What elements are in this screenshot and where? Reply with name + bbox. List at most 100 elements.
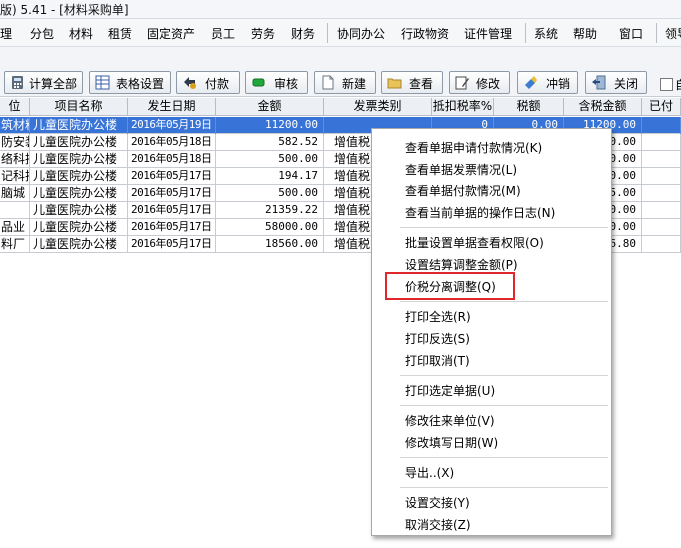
menu-item-system[interactable]: 系统 [534,25,558,42]
cell-unit: 防安装 [0,134,30,151]
table-settings-label: 表格设置 [116,77,165,91]
cell-paid [642,236,681,253]
new-button[interactable]: 新建 [314,71,376,94]
cell-date: 2016年05月19日 [128,117,216,134]
menu-print-invert-selection[interactable]: 打印反选(S) [405,330,470,347]
cell-amount: 21359.22 [216,202,324,219]
menu-item-admin-supplies[interactable]: 行政物资 [401,25,449,42]
column-header-total[interactable]: 含税金额 [564,98,642,116]
menu-separator [656,23,657,43]
cell-unit: 络科技 [0,151,30,168]
edit-label: 修改 [476,77,501,91]
menu-modify-fill-date[interactable]: 修改填写日期(W) [405,434,498,451]
menu-item-fixed-assets[interactable]: 固定资产 [147,25,195,42]
eraser-icon [525,76,537,89]
close-button[interactable]: 关闭 [585,71,647,94]
column-header-tax[interactable]: 税额 [494,98,564,116]
cell-project: 儿童医院办公楼 [30,134,128,151]
cell-amount: 18560.00 [216,236,324,253]
cell-unit: 筑材料 [0,117,30,134]
menu-item-leader[interactable]: 领导 [665,25,681,42]
window-title: 版) 5.41 - [材料采购单] [0,3,129,17]
column-header-paid[interactable]: 已付 [642,98,681,116]
cell-paid [642,202,681,219]
new-label: 新建 [342,77,367,91]
menu-separator [400,301,608,302]
payment-button[interactable]: 付款 [176,71,240,94]
edit-button[interactable]: 修改 [449,71,510,94]
calculate-all-button[interactable]: 计算全部 [4,71,83,94]
cell-amount: 500.00 [216,151,324,168]
exit-door-icon [592,75,606,90]
menu-item-help[interactable]: 帮助 [573,25,597,42]
column-header-deduct-rate[interactable]: 抵扣税率% [432,98,494,116]
menu-item-manage[interactable]: 理 [0,25,12,42]
view-label: 查看 [409,77,434,91]
menu-item-staff[interactable]: 员工 [211,25,235,42]
menu-item-collab-office[interactable]: 协同办公 [337,25,385,42]
view-button[interactable]: 查看 [381,71,443,94]
write-off-label: 冲销 [546,77,571,91]
column-header-invoice-type[interactable]: 发票类别 [324,98,432,116]
cell-paid [642,117,681,134]
cell-unit: 品业 [0,219,30,236]
menu-modify-counterparty[interactable]: 修改往来单位(V) [405,412,495,429]
cell-paid [642,151,681,168]
write-off-button[interactable]: 冲销 [517,71,578,94]
cell-date: 2016年05月17日 [128,185,216,202]
toolbar: 计算全部 表格设置 付款 审核 新建 查看 修改 冲销 关闭 [0,47,681,97]
menu-separator [400,457,608,458]
menu-item-subcontract[interactable]: 分包 [30,25,54,42]
auto-checkbox-label: 自 [675,76,681,93]
menu-print-select-all[interactable]: 打印全选(R) [405,308,471,325]
menu-item-materials[interactable]: 材料 [69,25,93,42]
menu-view-operation-log[interactable]: 查看当前单据的操作日志(N) [405,204,555,221]
cell-project: 儿童医院办公楼 [30,202,128,219]
auto-checkbox[interactable] [660,78,673,91]
cell-project: 儿童医院办公楼 [30,236,128,253]
cell-project: 儿童医院办公楼 [30,185,128,202]
cell-amount: 11200.00 [216,117,324,134]
menu-set-handover[interactable]: 设置交接(Y) [405,494,470,511]
menu-view-payment-requests[interactable]: 查看单据申请付款情况(K) [405,139,542,156]
menu-view-invoices[interactable]: 查看单据发票情况(L) [405,161,517,178]
table-icon [95,75,110,90]
cell-date: 2016年05月17日 [128,168,216,185]
column-header-amount[interactable]: 金额 [216,98,324,116]
cell-unit: 脑城 [0,185,30,202]
menu-item-finance[interactable]: 财务 [291,25,315,42]
cell-paid [642,168,681,185]
menu-separator [400,487,608,488]
edit-icon [455,76,469,90]
column-header-date[interactable]: 发生日期 [128,98,216,116]
cell-unit: 料厂 [0,236,30,253]
cell-project: 儿童医院办公楼 [30,168,128,185]
menu-separator [327,23,328,43]
column-header-project[interactable]: 项目名称 [30,98,128,116]
menu-item-window[interactable]: 窗口 [619,25,643,42]
green-led-icon [252,78,265,87]
review-button[interactable]: 审核 [245,71,308,94]
menu-print-selected[interactable]: 打印选定单据(U) [405,382,495,399]
menu-batch-set-permissions[interactable]: 批量设置单据查看权限(O) [405,234,544,251]
menu-item-certificates[interactable]: 证件管理 [464,25,512,42]
calculate-all-label: 计算全部 [29,77,78,91]
table-settings-button[interactable]: 表格设置 [89,71,171,94]
title-bar: 版) 5.41 - [材料采购单] [0,0,681,19]
menu-item-labor[interactable]: 劳务 [251,25,275,42]
cell-amount: 194.17 [216,168,324,185]
cell-date: 2016年05月17日 [128,202,216,219]
menu-export[interactable]: 导出..(X) [405,464,454,481]
menu-bar: 理 分包 材料 租赁 固定资产 员工 劳务 财务 协同办公 行政物资 证件管理 … [0,19,681,47]
column-header-unit[interactable]: 位 [0,98,30,116]
cell-amount: 500.00 [216,185,324,202]
menu-set-settlement-adjustment[interactable]: 设置结算调整金额(P) [405,256,518,273]
cell-project: 儿童医院办公楼 [30,219,128,236]
calculator-icon [12,76,23,89]
menu-view-payments[interactable]: 查看单据付款情况(M) [405,182,521,199]
folder-icon [387,78,402,89]
menu-item-rental[interactable]: 租赁 [108,25,132,42]
menu-print-cancel[interactable]: 打印取消(T) [405,352,470,369]
menu-cancel-handover[interactable]: 取消交接(Z) [405,516,471,533]
cell-amount: 582.52 [216,134,324,151]
